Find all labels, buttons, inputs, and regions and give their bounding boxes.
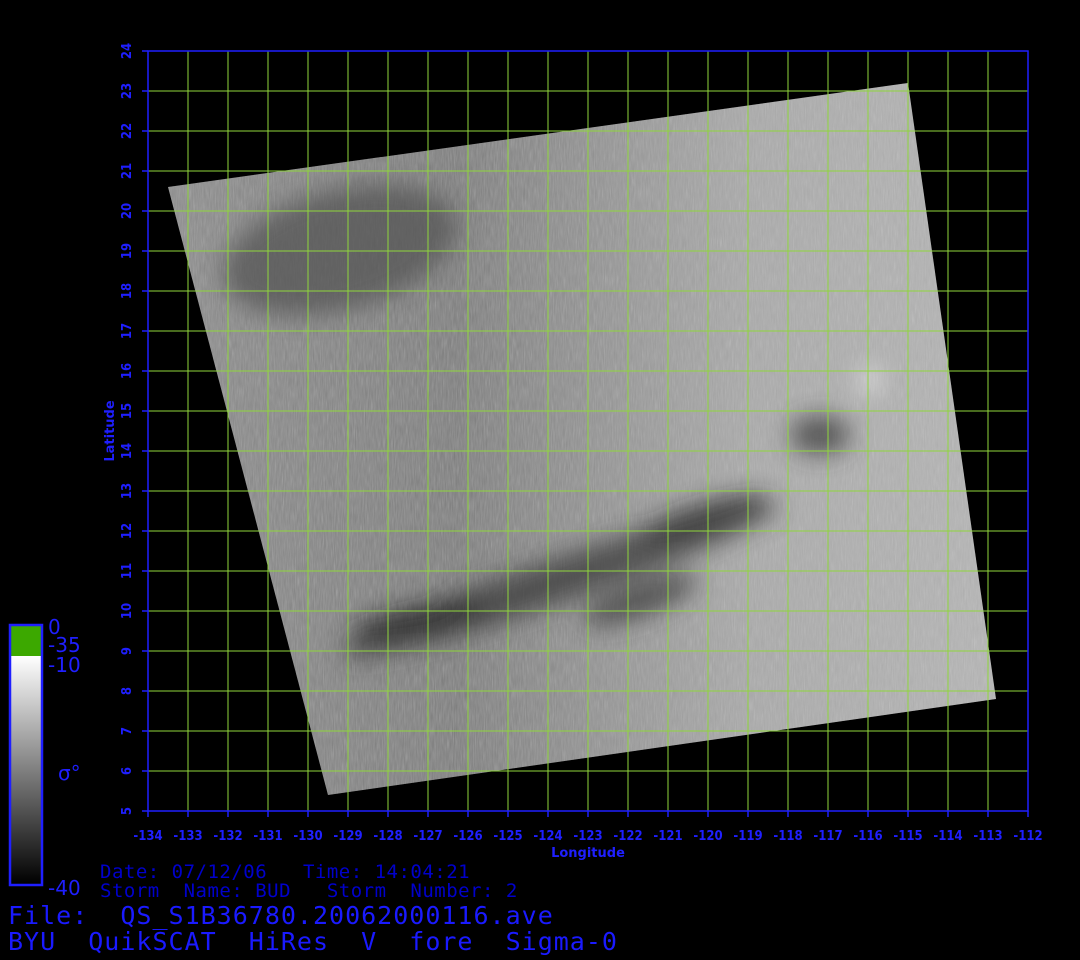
x-tick-label: -117: [813, 829, 842, 844]
x-tick-label: -131: [253, 829, 282, 844]
x-tick-label: -114: [933, 829, 962, 844]
x-tick-label: -119: [733, 829, 762, 844]
x-tick-label: -128: [373, 829, 402, 844]
x-tick-label: -115: [893, 829, 922, 844]
x-tick-label: -122: [613, 829, 642, 844]
y-tick-label: 5: [120, 807, 135, 815]
y-tick-label: 18: [120, 283, 135, 299]
x-tick-label: -127: [413, 829, 442, 844]
y-tick-label: 12: [120, 523, 135, 539]
y-tick-label: 6: [120, 767, 135, 775]
y-tick-label: 24: [120, 43, 135, 59]
y-tick-label: 21: [120, 163, 135, 179]
x-tick-label: -132: [213, 829, 242, 844]
colorbar-gradient: [11, 656, 41, 884]
y-axis: 5 6 7 8 9 10 11 12 13 14 15 16 17 18 19 20 21 22 23 24: [120, 43, 148, 815]
x-tick-label: -133: [173, 829, 202, 844]
x-tick-label: -125: [493, 829, 522, 844]
y-tick-label: 11: [120, 563, 135, 579]
file-name-line: File: QS_S1B36780.20062000116.ave: [8, 901, 554, 930]
y-tick-label: 10: [120, 603, 135, 619]
x-tick-label: -116: [853, 829, 882, 844]
y-tick-label: 9: [120, 647, 135, 655]
y-tick-label: 16: [120, 363, 135, 379]
y-tick-label: 23: [120, 83, 135, 99]
y-tick-label: 15: [120, 403, 135, 419]
x-tick-label: -113: [973, 829, 1002, 844]
x-tick-label: -123: [573, 829, 602, 844]
storm-line: Storm Name: BUD Storm Number: 2: [100, 880, 518, 902]
product-line: BYU QuikSCAT HiRes V fore Sigma-0: [8, 927, 618, 956]
colorbar: 0 -35 -10 σ° -40: [8, 615, 81, 900]
y-tick-label: 8: [120, 687, 135, 695]
x-tick-label: -118: [773, 829, 802, 844]
x-axis: -134 -133 -132 -131 -130 -129 -128 -127 -126 -125…: [133, 811, 1043, 844]
x-tick-label: -134: [133, 829, 162, 844]
y-axis-label: Latitude: [103, 400, 118, 462]
x-tick-label: -126: [453, 829, 482, 844]
y-tick-label: 17: [120, 323, 135, 339]
x-tick-label: -120: [693, 829, 722, 844]
x-tick-label: -129: [333, 829, 362, 844]
y-tick-label: 7: [120, 727, 135, 735]
y-tick-label: 20: [120, 203, 135, 219]
colorbar-label: σ°: [58, 761, 81, 785]
colorbar-green-segment: [11, 626, 41, 656]
sigma0-swath: [168, 83, 996, 795]
y-tick-label: 14: [120, 443, 135, 459]
x-tick-label: -124: [533, 829, 562, 844]
x-axis-label: Longitude: [551, 846, 625, 861]
colorbar-tick-white: -10: [48, 653, 81, 677]
x-tick-label: -130: [293, 829, 322, 844]
y-tick-label: 13: [120, 483, 135, 499]
x-tick-label: -121: [653, 829, 682, 844]
map-figure: -134 -133 -132 -131 -130 -129 -128 -127 -126 -125…: [8, 43, 1043, 900]
x-tick-label: -112: [1013, 829, 1042, 844]
colorbar-tick-bottom: -40: [48, 876, 81, 900]
y-tick-label: 22: [120, 123, 135, 139]
y-tick-label: 19: [120, 243, 135, 259]
